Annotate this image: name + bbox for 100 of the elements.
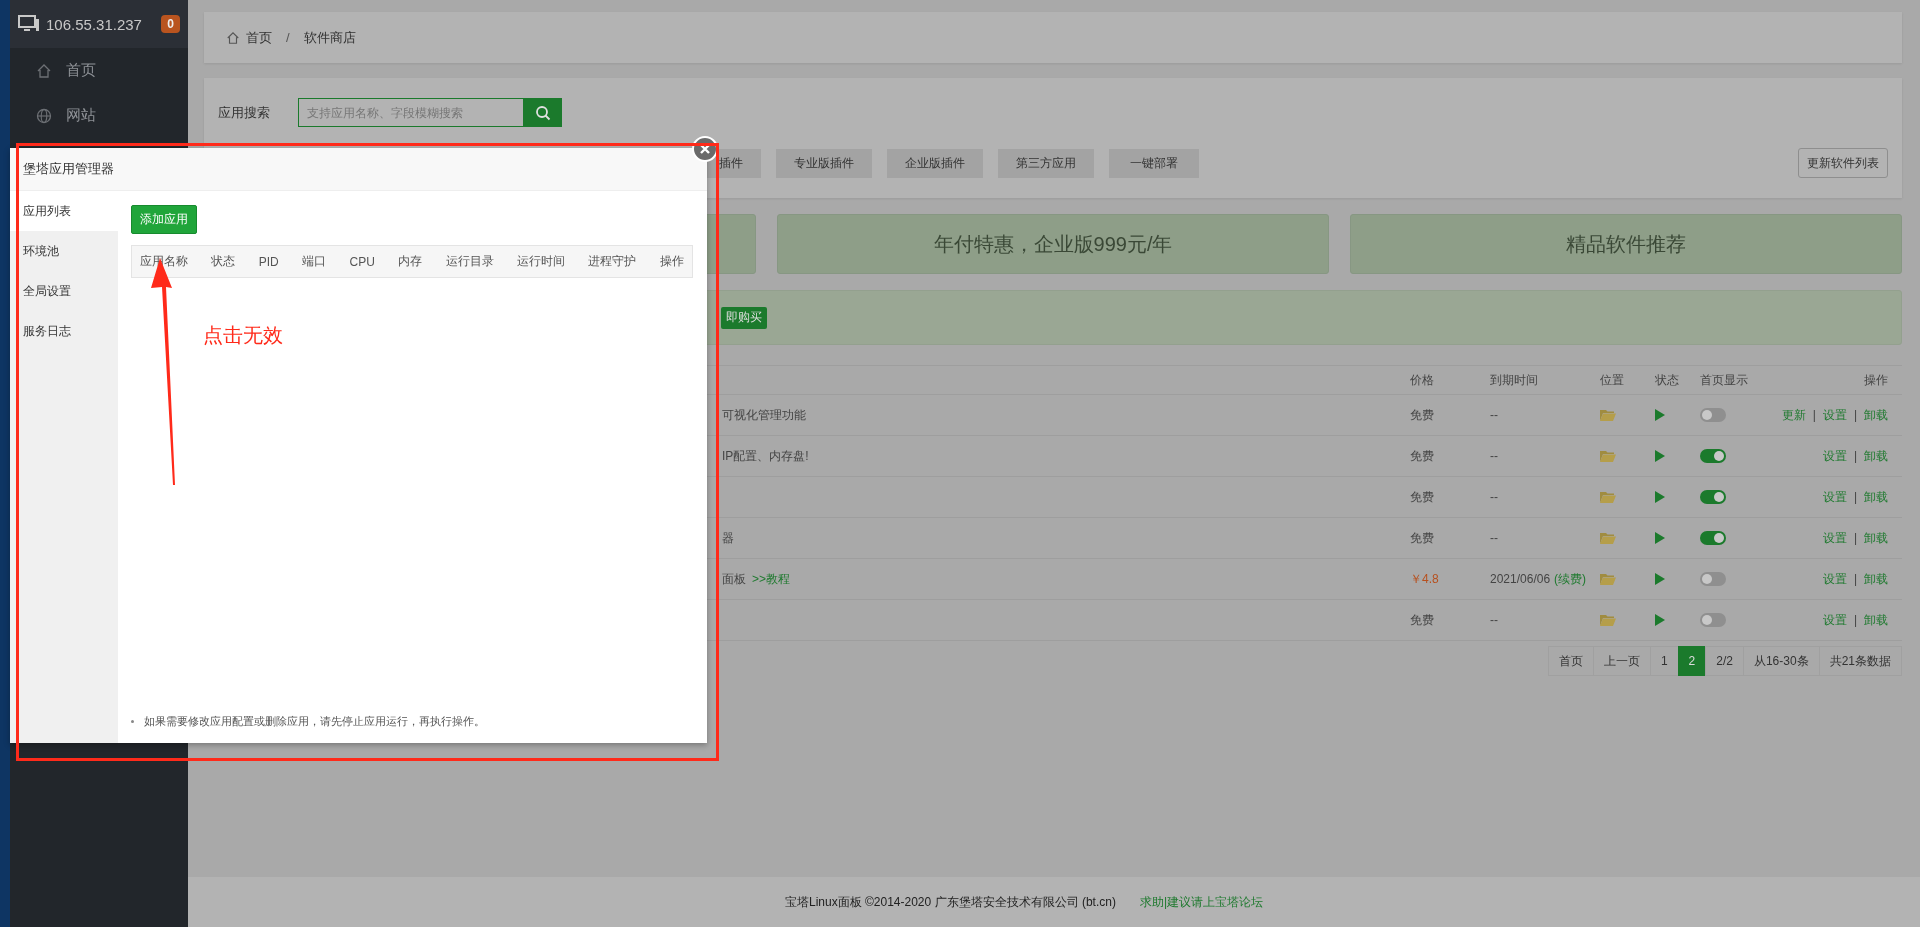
- column-header: 价格: [1410, 371, 1435, 389]
- software-description: 可视化管理功能: [722, 406, 806, 424]
- pagination-button[interactable]: 首页: [1547, 646, 1594, 676]
- bullet-icon: [131, 720, 134, 723]
- category-tab[interactable]: 一键部署: [1109, 148, 1199, 178]
- tutorial-link[interactable]: >>教程: [752, 570, 790, 588]
- search-button[interactable]: [524, 98, 562, 127]
- close-icon: [699, 143, 711, 155]
- action-separator: |: [1853, 408, 1857, 422]
- expiry-date: 2021/06/06: [1490, 572, 1551, 586]
- toggle-switch[interactable]: [1700, 613, 1726, 627]
- folder-icon[interactable]: [1600, 532, 1616, 544]
- category-tab[interactable]: 第三方应用: [998, 148, 1094, 178]
- column-header: 操作: [1863, 371, 1888, 389]
- folder-icon[interactable]: [1600, 409, 1616, 421]
- toggle-switch[interactable]: [1700, 490, 1726, 504]
- pagination-button[interactable]: 共21条数据: [1818, 646, 1902, 676]
- play-icon[interactable]: [1655, 573, 1665, 585]
- action-link[interactable]: 设置: [1822, 529, 1847, 547]
- pagination-button[interactable]: 上一页: [1592, 646, 1651, 676]
- column-header: 位置: [1600, 371, 1625, 389]
- action-link[interactable]: 卸载: [1864, 488, 1888, 506]
- note-text: 如果需要修改应用配置或删除应用，请先停止应用运行，再执行操作。: [144, 714, 485, 729]
- expiry-date: --: [1490, 490, 1498, 504]
- software-description: 面板: [722, 570, 746, 588]
- folder-icon[interactable]: [1600, 614, 1616, 626]
- annotation-text: 点击无效: [203, 323, 283, 348]
- renew-link[interactable]: (续费): [1554, 570, 1587, 588]
- column-header: 到期时间: [1490, 371, 1539, 389]
- column-header: 首页显示: [1700, 371, 1749, 389]
- action-link[interactable]: 卸载: [1864, 406, 1888, 424]
- banner-card[interactable]: 精品软件推荐: [1350, 214, 1902, 274]
- nav-item[interactable]: 应用列表: [10, 191, 118, 231]
- update-list-button[interactable]: 更新软件列表: [1798, 148, 1888, 178]
- pagination-button[interactable]: 从16-30条: [1742, 646, 1820, 676]
- play-icon[interactable]: [1655, 614, 1665, 626]
- action-link[interactable]: 卸载: [1864, 447, 1888, 465]
- nav-item[interactable]: 全局设置: [10, 271, 118, 311]
- toggle-switch[interactable]: [1700, 408, 1726, 422]
- globe-icon: [36, 107, 52, 124]
- buy-button[interactable]: 即购买: [721, 306, 767, 329]
- toggle-switch[interactable]: [1700, 531, 1726, 545]
- column-header: 操作: [659, 253, 684, 270]
- toggle-switch[interactable]: [1700, 449, 1726, 463]
- monitor-icon: [18, 15, 40, 33]
- nav-item[interactable]: 环境池: [10, 231, 118, 271]
- price-text: ￥4.8: [1410, 570, 1440, 588]
- action-link[interactable]: 设置: [1822, 406, 1847, 424]
- action-link[interactable]: 卸载: [1864, 611, 1888, 629]
- home-icon: [36, 62, 52, 79]
- category-tab[interactable]: 企业版插件: [887, 148, 983, 178]
- folder-icon[interactable]: [1600, 450, 1616, 462]
- action-separator: |: [1853, 572, 1857, 586]
- sidebar-item[interactable]: 网站: [10, 93, 188, 138]
- play-icon[interactable]: [1655, 409, 1665, 421]
- action-link[interactable]: 更新: [1781, 406, 1806, 424]
- breadcrumb-separator: /: [286, 30, 290, 45]
- host-address: 106.55.31.237: [46, 15, 143, 33]
- action-link[interactable]: 卸载: [1864, 570, 1888, 588]
- forum-link[interactable]: 求助|建议请上宝塔论坛: [1139, 893, 1264, 911]
- search-icon: [535, 104, 551, 121]
- column-header: CPU: [349, 254, 375, 269]
- home-icon: [226, 30, 240, 45]
- action-separator: |: [1853, 490, 1857, 504]
- column-header: 端口: [302, 253, 327, 270]
- breadcrumb-link[interactable]: 首页: [246, 28, 272, 47]
- play-icon[interactable]: [1655, 450, 1665, 462]
- action-separator: |: [1812, 408, 1816, 422]
- banner-card[interactable]: 年付特惠，企业版999元/年: [777, 214, 1329, 274]
- column-header: PID: [258, 254, 279, 269]
- column-header: 运行时间: [517, 253, 566, 270]
- action-separator: |: [1853, 449, 1857, 463]
- pagination-button[interactable]: 2: [1677, 646, 1707, 676]
- price-text: 免费: [1410, 406, 1435, 424]
- column-header: 状态: [1655, 371, 1680, 389]
- expiry-date: --: [1490, 449, 1498, 463]
- pagination-button[interactable]: 2/2: [1705, 646, 1744, 676]
- price-text: 免费: [1410, 611, 1435, 629]
- toggle-switch[interactable]: [1700, 572, 1726, 586]
- expiry-date: --: [1490, 613, 1498, 627]
- search-label: 应用搜索: [218, 103, 271, 122]
- sidebar-item[interactable]: 首页: [10, 48, 188, 93]
- action-link[interactable]: 设置: [1822, 488, 1847, 506]
- folder-icon[interactable]: [1600, 491, 1616, 503]
- column-header: 运行目录: [445, 253, 494, 270]
- action-separator: |: [1853, 531, 1857, 545]
- action-link[interactable]: 设置: [1822, 447, 1847, 465]
- nav-item[interactable]: 服务日志: [10, 311, 118, 351]
- software-description: 器: [722, 529, 734, 547]
- play-icon[interactable]: [1655, 532, 1665, 544]
- software-description: IP配置、内存盘!: [722, 447, 809, 465]
- price-text: 免费: [1410, 447, 1435, 465]
- action-separator: |: [1853, 613, 1857, 627]
- add-app-button[interactable]: 添加应用: [131, 205, 197, 234]
- action-link[interactable]: 卸载: [1864, 529, 1888, 547]
- category-tab[interactable]: 专业版插件: [776, 148, 872, 178]
- play-icon[interactable]: [1655, 491, 1665, 503]
- folder-icon[interactable]: [1600, 573, 1616, 585]
- action-link[interactable]: 设置: [1822, 611, 1847, 629]
- action-link[interactable]: 设置: [1822, 570, 1847, 588]
